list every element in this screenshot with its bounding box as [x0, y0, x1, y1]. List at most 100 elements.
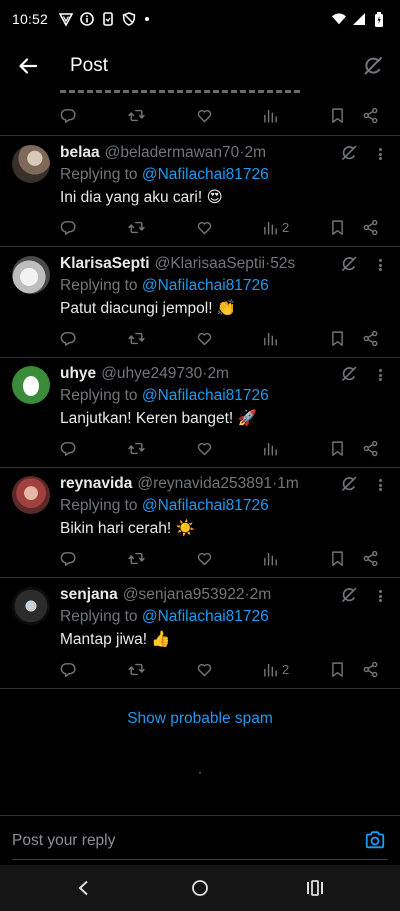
- display-name[interactable]: KlarisaSepti: [60, 255, 150, 273]
- avatar[interactable]: [12, 587, 50, 625]
- nav-home-button[interactable]: [189, 877, 211, 899]
- reply-input[interactable]: Post your reply: [12, 832, 115, 850]
- nav-recents-button[interactable]: [304, 877, 326, 899]
- handle[interactable]: @reynavida253891: [137, 475, 272, 493]
- display-name[interactable]: belaa: [60, 144, 100, 162]
- views-button[interactable]: [262, 330, 282, 347]
- more-options-button[interactable]: [376, 476, 384, 494]
- more-options-button[interactable]: [376, 366, 384, 384]
- mention-link[interactable]: @Nafilachai81726: [142, 497, 269, 514]
- back-button[interactable]: [14, 52, 42, 80]
- reply-item[interactable]: uhye @uhye249730 · 2m Replying to @Nafil…: [0, 357, 400, 468]
- bookmark-icon: [332, 440, 343, 456]
- reply-button[interactable]: [60, 661, 77, 678]
- replying-to: Replying to @Nafilachai81726: [60, 608, 269, 626]
- views-button[interactable]: [262, 550, 282, 567]
- replying-to: Replying to @Nafilachai81726: [60, 166, 269, 184]
- info-icon: [80, 12, 94, 26]
- like-button[interactable]: [196, 440, 213, 457]
- views-button[interactable]: 2: [262, 661, 289, 678]
- signal-icon: [352, 12, 366, 26]
- share-button[interactable]: [362, 330, 379, 347]
- reply-header: reynavida @reynavida253891 · 1m: [60, 475, 299, 493]
- mention-link[interactable]: @Nafilachai81726: [142, 608, 269, 625]
- avatar[interactable]: [12, 256, 50, 294]
- reply-item[interactable]: belaa @beladermawan70 · 2m Replying to @…: [0, 136, 400, 247]
- share-button[interactable]: [362, 107, 379, 124]
- reply-composer: Post your reply: [0, 815, 400, 865]
- bookmark-button[interactable]: [329, 219, 346, 236]
- views-icon: [264, 442, 277, 456]
- action-bar: [60, 436, 386, 460]
- more-options-button[interactable]: [376, 145, 384, 163]
- repost-button[interactable]: [128, 107, 145, 124]
- reply-item[interactable]: reynavida @reynavida253891 · 1m Replying…: [0, 467, 400, 578]
- reply-text: Bikin hari cerah! ☀️: [60, 520, 195, 537]
- grok-icon: [341, 366, 357, 382]
- grok-button[interactable]: [340, 255, 358, 273]
- repost-button[interactable]: [128, 550, 145, 567]
- views-count: 2: [282, 219, 290, 235]
- repost-icon: [128, 221, 145, 233]
- display-name[interactable]: senjana: [60, 586, 118, 604]
- camera-button[interactable]: [364, 829, 386, 851]
- bookmark-button[interactable]: [329, 661, 346, 678]
- reply-button[interactable]: [60, 107, 77, 124]
- like-button[interactable]: [196, 330, 213, 347]
- nav-back-button[interactable]: [73, 877, 95, 899]
- grok-icon: [364, 56, 383, 75]
- reply-item[interactable]: KlarisaSepti @KlarisaaSeptii · 52s Reply…: [0, 247, 400, 358]
- mention-link[interactable]: @Nafilachai81726: [142, 277, 269, 294]
- app-bar: Post: [0, 38, 400, 94]
- grok-button[interactable]: [340, 365, 358, 383]
- mention-link[interactable]: @Nafilachai81726: [142, 387, 269, 404]
- bookmark-button[interactable]: [329, 107, 346, 124]
- views-button[interactable]: [262, 107, 279, 124]
- bookmark-button[interactable]: [329, 550, 346, 567]
- bookmark-button[interactable]: [329, 440, 346, 457]
- repost-button[interactable]: [128, 219, 145, 236]
- grok-button[interactable]: [340, 586, 358, 604]
- bookmark-button[interactable]: [329, 330, 346, 347]
- bookmark-icon: [332, 550, 343, 566]
- reply-text: Mantap jiwa! 👍: [60, 631, 171, 648]
- like-button[interactable]: [196, 219, 213, 236]
- reply-button[interactable]: [60, 330, 77, 347]
- repost-button[interactable]: [128, 661, 145, 678]
- share-button[interactable]: [362, 219, 379, 236]
- mention-link[interactable]: @Nafilachai81726: [142, 166, 269, 183]
- more-options-button[interactable]: [376, 256, 384, 274]
- heart-icon: [197, 442, 212, 455]
- handle[interactable]: @uhye249730: [101, 365, 202, 383]
- share-icon: [363, 107, 378, 123]
- views-button[interactable]: 2: [262, 219, 289, 236]
- reply-button[interactable]: [60, 550, 77, 567]
- like-button[interactable]: [196, 550, 213, 567]
- share-button[interactable]: [362, 440, 379, 457]
- bookmark-icon: [332, 219, 343, 235]
- like-button[interactable]: [196, 661, 213, 678]
- avatar[interactable]: [12, 476, 50, 514]
- share-button[interactable]: [362, 550, 379, 567]
- grok-button[interactable]: [360, 53, 386, 79]
- share-button[interactable]: [362, 661, 379, 678]
- handle[interactable]: @beladermawan70: [105, 144, 240, 162]
- grok-button[interactable]: [340, 475, 358, 493]
- handle[interactable]: @senjana953922: [123, 586, 245, 604]
- grok-button[interactable]: [340, 144, 358, 162]
- views-button[interactable]: [262, 440, 282, 457]
- display-name[interactable]: uhye: [60, 365, 96, 383]
- repost-button[interactable]: [128, 330, 145, 347]
- avatar[interactable]: [12, 366, 50, 404]
- avatar[interactable]: [12, 145, 50, 183]
- reply-button[interactable]: [60, 219, 77, 236]
- repost-button[interactable]: [128, 440, 145, 457]
- display-name[interactable]: reynavida: [60, 475, 132, 493]
- like-button[interactable]: [196, 107, 213, 124]
- more-options-button[interactable]: [376, 587, 384, 605]
- reply-item[interactable]: senjana @senjana953922 · 2m Replying to …: [0, 578, 400, 689]
- reply-button[interactable]: [60, 440, 77, 457]
- share-icon: [363, 661, 378, 677]
- show-probable-spam-button[interactable]: Show probable spam: [0, 710, 400, 728]
- handle[interactable]: @KlarisaaSeptii: [155, 255, 266, 273]
